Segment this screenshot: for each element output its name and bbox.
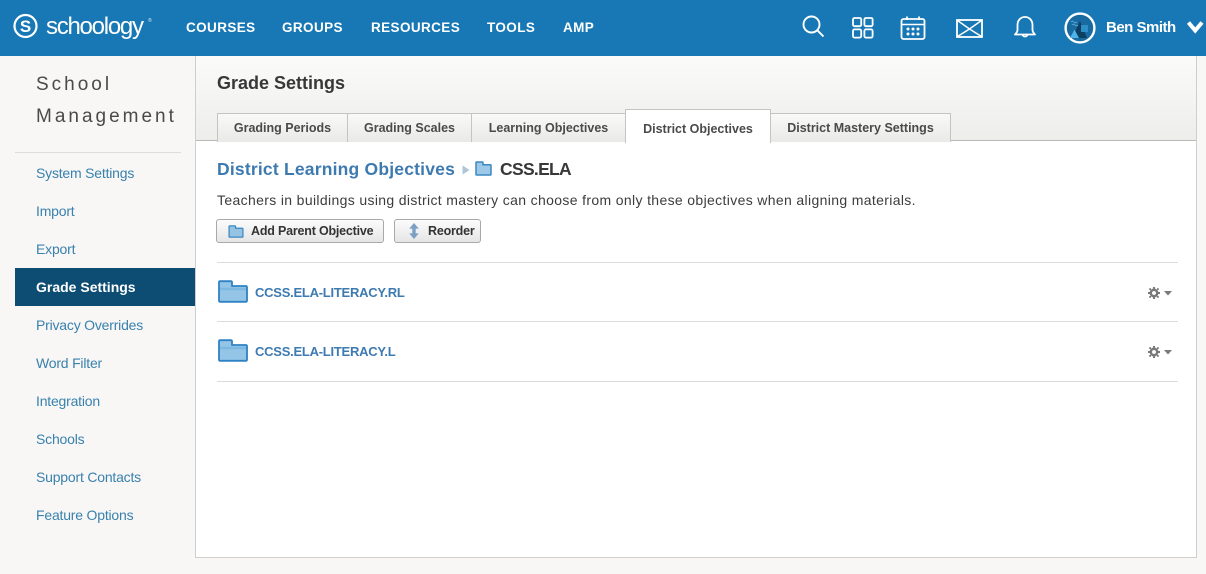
- svg-text:®: ®: [148, 17, 152, 24]
- svg-text:schoology: schoology: [46, 13, 144, 40]
- svg-text:S: S: [20, 17, 31, 36]
